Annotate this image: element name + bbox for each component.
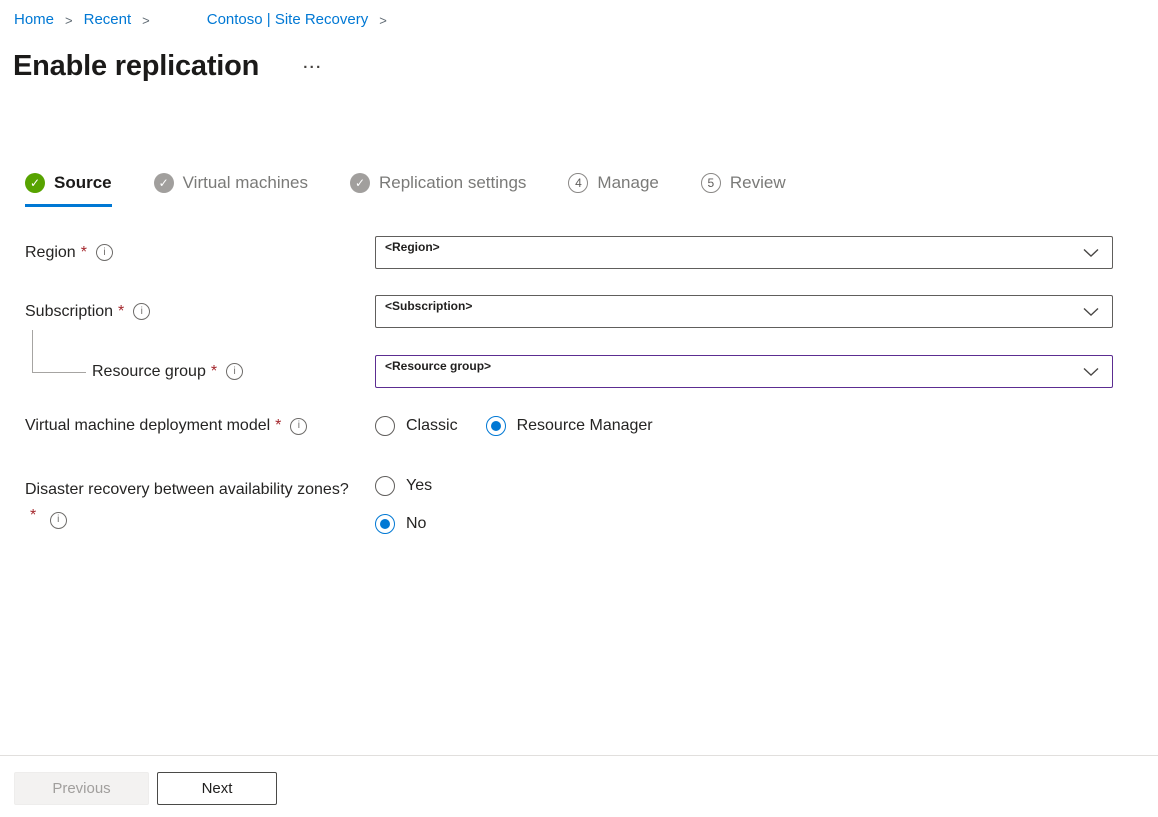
required-marker: * [30,507,36,524]
chevron-down-icon [1083,307,1099,316]
tab-source-label: Source [54,173,112,193]
enable-replication-page: Home > Recent > Contoso | Site Recovery … [0,0,1158,817]
radio-classic-label: Classic [406,417,458,435]
radio-yes-label: Yes [406,477,432,495]
tab-review[interactable]: 5 Review [701,173,786,207]
info-icon[interactable]: i [290,418,307,435]
breadcrumb-separator: > [379,13,387,28]
radio-resource-manager[interactable]: Resource Manager [486,416,653,436]
dr-zones-label: Disaster recovery between availability z… [25,481,349,498]
required-marker: * [118,303,124,321]
dr-zones-radio-group: Yes No [375,476,432,534]
tab-virtual-machines[interactable]: ✓ Virtual machines [154,173,308,207]
dr-zones-row: Disaster recovery between availability z… [0,476,1158,534]
tab-replication-settings[interactable]: ✓ Replication settings [350,173,526,207]
radio-no[interactable]: No [375,514,432,534]
info-icon[interactable]: i [50,512,67,529]
region-dropdown-value: <Region> [385,240,440,254]
tab-review-label: Review [730,173,786,193]
subscription-label: Subscription [25,303,113,321]
region-label: Region [25,244,76,262]
check-icon: ✓ [25,173,45,193]
radio-icon [486,416,506,436]
step-number-icon: 5 [701,173,721,193]
radio-no-label: No [406,515,426,533]
tab-virtual-machines-label: Virtual machines [183,173,308,193]
required-marker: * [275,417,281,435]
radio-resource-manager-label: Resource Manager [517,417,653,435]
previous-button[interactable]: Previous [14,772,149,805]
radio-icon [375,416,395,436]
tab-manage[interactable]: 4 Manage [568,173,658,207]
required-marker: * [211,363,217,381]
check-icon: ✓ [154,173,174,193]
resource-group-label-group: Resource group * i [0,363,375,381]
breadcrumb-home[interactable]: Home [14,11,54,28]
footer-divider [0,755,1158,756]
chevron-down-icon [1083,367,1099,376]
radio-classic[interactable]: Classic [375,416,458,436]
region-row: Region * i <Region> [0,236,1158,269]
required-marker: * [81,244,87,262]
region-dropdown[interactable]: <Region> [375,236,1113,269]
tab-manage-label: Manage [597,173,658,193]
subscription-dropdown-value: <Subscription> [385,299,472,313]
radio-icon [375,514,395,534]
deployment-model-label: Virtual machine deployment model [25,417,270,435]
tab-source[interactable]: ✓ Source [25,173,112,207]
tab-replication-settings-label: Replication settings [379,173,526,193]
breadcrumb-site-recovery[interactable]: Contoso | Site Recovery [207,11,368,28]
breadcrumb-separator: > [65,13,73,28]
check-icon: ✓ [350,173,370,193]
subscription-row: Subscription * i <Subscription> [0,295,1158,328]
info-icon[interactable]: i [96,244,113,261]
resource-group-label: Resource group [92,363,206,381]
wizard-steps: ✓ Source ✓ Virtual machines ✓ Replicatio… [25,173,786,207]
more-actions-icon[interactable]: ··· [303,59,323,76]
next-button[interactable]: Next [157,772,277,805]
page-title: Enable replication [13,50,259,83]
resource-group-dropdown-value: <Resource group> [385,359,491,373]
chevron-down-icon [1083,248,1099,257]
breadcrumb-recent[interactable]: Recent [84,11,132,28]
subscription-dropdown[interactable]: <Subscription> [375,295,1113,328]
radio-icon [375,476,395,496]
info-icon[interactable]: i [226,363,243,380]
deployment-model-row: Virtual machine deployment model * i Cla… [0,409,1158,443]
deployment-model-radio-group: Classic Resource Manager [375,416,653,436]
radio-yes[interactable]: Yes [375,476,432,496]
subscription-label-group: Subscription * i [0,303,375,321]
info-icon[interactable]: i [133,303,150,320]
resource-group-row: Resource group * i <Resource group> [0,355,1158,388]
breadcrumb: Home > Recent > Contoso | Site Recovery … [14,11,398,28]
step-number-icon: 4 [568,173,588,193]
dr-zones-label-group: Disaster recovery between availability z… [0,476,375,529]
resource-group-dropdown[interactable]: <Resource group> [375,355,1113,388]
deployment-model-label-group: Virtual machine deployment model * i [0,417,375,435]
title-row: Enable replication ··· [13,50,323,83]
region-label-group: Region * i [0,244,375,262]
breadcrumb-separator: > [142,13,150,28]
